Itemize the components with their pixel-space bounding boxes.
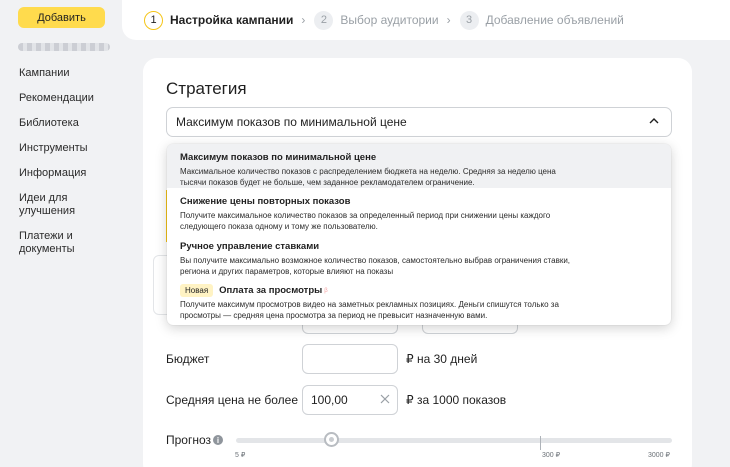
step-label: Добавление объявлений xyxy=(485,13,624,27)
step-label: Настройка кампании xyxy=(170,13,294,27)
option-title: Максимум показов по минимальной цене xyxy=(180,152,377,163)
sidebar-item-campaigns[interactable]: Кампании xyxy=(19,67,119,80)
strategy-dropdown: Максимум показов по минимальной цене Мак… xyxy=(167,144,671,325)
clear-icon[interactable] xyxy=(379,393,391,405)
strategy-select[interactable]: Максимум показов по минимальной цене xyxy=(166,107,672,137)
step-number: 3 xyxy=(459,10,479,30)
step-ads[interactable]: 3 Добавление объявлений xyxy=(459,10,624,30)
beta-mark: β xyxy=(324,287,328,294)
strategy-option[interactable]: Новая Оплата за просмотры β Получите мак… xyxy=(167,278,671,325)
option-title: Ручное управление ставками xyxy=(180,241,320,252)
add-button[interactable]: Добавить xyxy=(18,7,105,28)
option-description: Максимальное количество показов с распре… xyxy=(180,167,556,187)
option-title: Оплата за просмотры xyxy=(219,284,323,296)
budget-label: Бюджет xyxy=(166,352,210,366)
budget-suffix: ₽ на 30 дней xyxy=(406,352,478,366)
sidebar-item-tools[interactable]: Инструменты xyxy=(19,142,119,155)
budget-input[interactable] xyxy=(302,344,398,374)
avg-price-label: Средняя цена не более xyxy=(166,393,299,407)
strategy-option[interactable]: Максимум показов по минимальной цене Мак… xyxy=(167,144,671,188)
forecast-slider-track[interactable] xyxy=(236,438,672,443)
campaign-stepper: 1 Настройка кампании › 2 Выбор аудитории… xyxy=(122,0,730,40)
step-audience[interactable]: 2 Выбор аудитории xyxy=(314,10,439,30)
chevron-right-icon: › xyxy=(446,13,451,27)
sidebar: Добавить Кампании Рекомендации Библиотек… xyxy=(0,0,122,467)
strategy-option[interactable]: Снижение цены повторных показов Получите… xyxy=(167,188,671,233)
sidebar-item-ideas[interactable]: Идеи для улучшения xyxy=(19,192,79,218)
avg-price-suffix: ₽ за 1000 показов xyxy=(406,393,507,407)
sidebar-item-library[interactable]: Библиотека xyxy=(19,117,119,130)
option-description: Получите максимум просмотров видео на за… xyxy=(180,300,559,320)
option-description: Получите максимальное количество показов… xyxy=(180,211,551,231)
slider-tick-label: 3000 ₽ xyxy=(648,452,670,459)
strategy-select-value: Максимум показов по минимальной цене xyxy=(176,115,407,129)
option-description: Вы получите максимально возможное количе… xyxy=(180,256,571,276)
step-number: 2 xyxy=(314,10,334,30)
step-campaign-settings[interactable]: 1 Настройка кампании xyxy=(144,10,294,30)
sidebar-item-recommendations[interactable]: Рекомендации xyxy=(19,92,119,105)
strategy-title: Стратегия xyxy=(166,79,247,98)
chevron-right-icon: › xyxy=(301,13,306,27)
strategy-option[interactable]: Ручное управление ставками Вы получите м… xyxy=(167,233,671,278)
sidebar-item-payments[interactable]: Платежи и документы xyxy=(19,230,89,256)
slider-tick-mark xyxy=(540,436,541,450)
step-label: Выбор аудитории xyxy=(340,13,439,27)
info-icon[interactable]: i xyxy=(213,435,223,445)
account-name-blurred[interactable] xyxy=(18,43,110,51)
step-number: 1 xyxy=(144,10,163,30)
slider-tick-label: 5 ₽ xyxy=(235,452,246,459)
option-title: Снижение цены повторных показов xyxy=(180,196,351,207)
chevron-up-icon xyxy=(649,118,659,124)
forecast-label: Прогноз xyxy=(166,433,212,447)
new-badge: Новая xyxy=(180,284,214,297)
sidebar-item-information[interactable]: Информация xyxy=(19,167,119,180)
sidebar-nav: Кампании Рекомендации Библиотека Инструм… xyxy=(19,67,119,268)
slider-tick-label: 300 ₽ xyxy=(542,452,561,459)
